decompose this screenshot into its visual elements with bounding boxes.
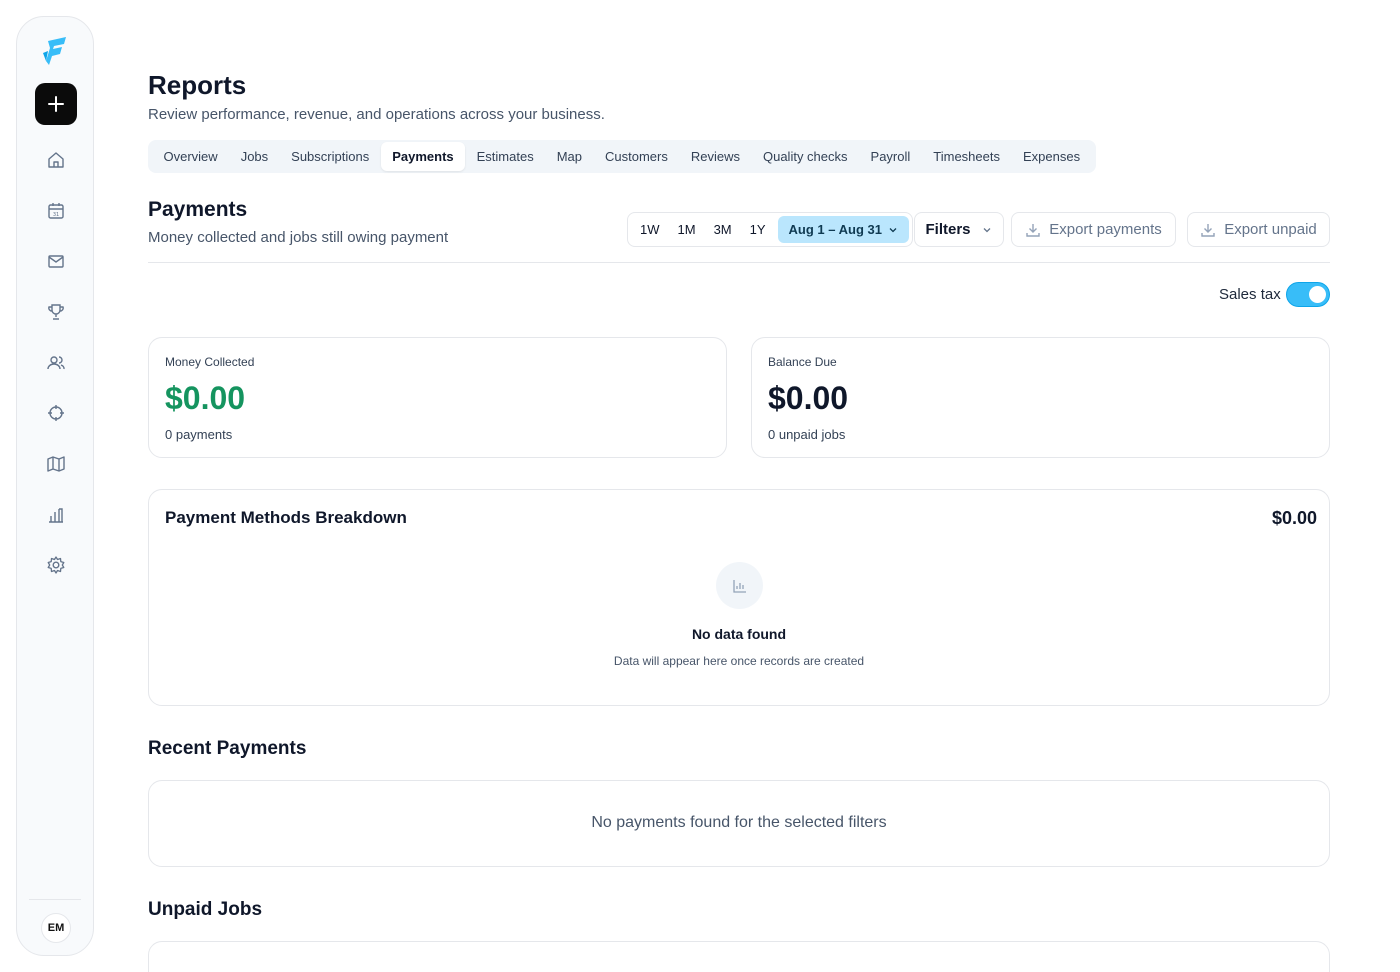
- download-icon: [1026, 223, 1040, 237]
- breakdown-total: $0.00: [1271, 508, 1317, 528]
- app-logo[interactable]: [40, 35, 72, 67]
- page-subtitle: Review performance, revenue, and operati…: [148, 106, 605, 123]
- report-tabs: Overview Jobs Subscriptions Payments Est…: [148, 140, 1096, 173]
- nav-calendar[interactable]: 31: [46, 201, 66, 221]
- home-icon: [48, 152, 64, 168]
- filters-label: Filters: [925, 221, 971, 238]
- section-subtitle: Money collected and jobs still owing pay…: [148, 229, 449, 246]
- money-collected-card: Money Collected $0.00 0 payments: [148, 337, 727, 458]
- sales-tax-toggle[interactable]: [1286, 282, 1330, 307]
- tab-expenses[interactable]: Expenses: [1012, 142, 1092, 171]
- range-1m-button[interactable]: 1M: [669, 216, 705, 243]
- chevron-down-icon: [889, 227, 897, 232]
- export-payments-label: Export payments: [1049, 221, 1162, 238]
- svg-text:31: 31: [53, 212, 59, 218]
- tab-estimates[interactable]: Estimates: [465, 142, 545, 171]
- nav-trophy[interactable]: [46, 302, 66, 322]
- tab-map[interactable]: Map: [545, 142, 593, 171]
- crosshair-icon: [48, 405, 64, 421]
- toggle-knob: [1309, 286, 1326, 303]
- recent-payments-empty: No payments found for the selected filte…: [591, 814, 887, 831]
- nav-targets[interactable]: [46, 403, 66, 423]
- trophy-icon: [48, 304, 64, 320]
- map-icon: [47, 456, 65, 472]
- custom-date-range-button[interactable]: Aug 1 – Aug 31: [777, 216, 909, 243]
- recent-payments-title: Recent Payments: [148, 738, 307, 759]
- balance-due-label: Balance Due: [768, 355, 837, 369]
- tab-subscriptions[interactable]: Subscriptions: [280, 142, 381, 171]
- tab-payments[interactable]: Payments: [380, 142, 466, 171]
- nav-mail[interactable]: [46, 251, 66, 271]
- recent-payments-card: No payments found for the selected filte…: [148, 780, 1330, 867]
- gear-icon: [47, 556, 65, 574]
- download-icon: [1201, 223, 1215, 237]
- unpaid-jobs-card: [148, 941, 1330, 972]
- tab-quality-checks[interactable]: Quality checks: [751, 142, 859, 171]
- unpaid-jobs-title: Unpaid Jobs: [148, 899, 263, 920]
- empty-state-icon: [716, 562, 763, 609]
- range-3m-button[interactable]: 3M: [705, 216, 741, 243]
- balance-due-value: $0.00: [768, 380, 849, 416]
- page-title: Reports: [148, 70, 247, 100]
- empty-state-title: No data found: [691, 626, 787, 642]
- tab-timesheets[interactable]: Timesheets: [922, 142, 1012, 171]
- range-1y-button[interactable]: 1Y: [741, 216, 775, 243]
- tab-overview[interactable]: Overview: [152, 142, 229, 171]
- breakdown-title: Payment Methods Breakdown: [165, 508, 407, 527]
- section-divider: [148, 262, 1330, 263]
- export-unpaid-label: Export unpaid: [1224, 221, 1317, 238]
- nav-reports[interactable]: [46, 505, 66, 525]
- nav-home[interactable]: [46, 150, 66, 170]
- nav-map[interactable]: [46, 454, 66, 474]
- payment-methods-card: Payment Methods Breakdown $0.00 No data …: [148, 489, 1330, 706]
- sales-tax-label: Sales tax: [1219, 286, 1281, 303]
- date-range-selector: 1W 1M 3M 1Y Aug 1 – Aug 31: [627, 212, 913, 247]
- add-button[interactable]: [35, 83, 77, 125]
- calendar-icon: 31: [48, 203, 64, 219]
- bar-chart-icon: [49, 508, 63, 523]
- empty-state-subtitle: Data will appear here once records are c…: [613, 654, 865, 668]
- tab-customers[interactable]: Customers: [594, 142, 680, 171]
- bar-chart-icon: [732, 579, 746, 593]
- chevron-down-icon: [983, 227, 990, 232]
- filters-button[interactable]: Filters: [914, 212, 1004, 247]
- user-avatar[interactable]: EM: [41, 913, 71, 943]
- nav-settings[interactable]: [46, 555, 66, 575]
- plus-icon: [48, 96, 64, 112]
- sidebar: 31 EM: [16, 16, 94, 956]
- date-range-label: Aug 1 – Aug 31: [788, 222, 882, 237]
- nav-users[interactable]: [46, 353, 66, 373]
- export-unpaid-button[interactable]: Export unpaid: [1187, 212, 1330, 247]
- tab-jobs[interactable]: Jobs: [229, 142, 279, 171]
- unpaid-jobs-count: 0 unpaid jobs: [768, 427, 846, 442]
- section-title: Payments: [148, 198, 248, 221]
- range-1w-button[interactable]: 1W: [631, 216, 669, 243]
- export-payments-button[interactable]: Export payments: [1011, 212, 1176, 247]
- tab-payroll[interactable]: Payroll: [859, 142, 922, 171]
- money-collected-value: $0.00: [165, 380, 246, 416]
- money-collected-label: Money Collected: [165, 355, 255, 369]
- payments-count: 0 payments: [165, 427, 233, 442]
- balance-due-card: Balance Due $0.00 0 unpaid jobs: [751, 337, 1330, 458]
- mail-icon: [48, 255, 64, 268]
- sidebar-divider: [29, 899, 81, 900]
- users-icon: [47, 356, 65, 370]
- tab-reviews[interactable]: Reviews: [679, 142, 751, 171]
